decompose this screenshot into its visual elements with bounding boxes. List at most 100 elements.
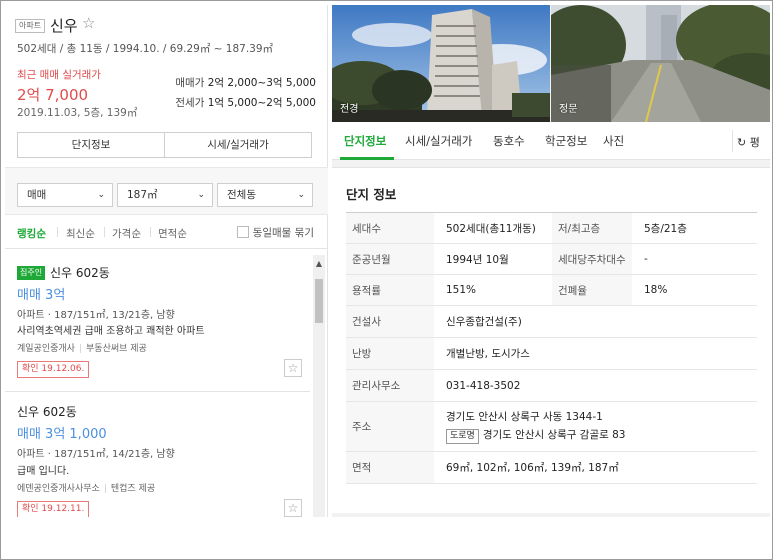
listing-description: 사리역초역세권 급매 조용하고 쾌적한 아파트: [17, 326, 205, 337]
listing-title: 신우 602동: [17, 405, 77, 419]
listing-spec: 아파트 · 187/151㎡, 13/21층, 남향: [17, 310, 175, 321]
dong-select[interactable]: 전체동 ⌄: [217, 183, 313, 207]
window-frame: 아파트 신우 ☆ 502세대 / 총 11동 / 1994.10. / 69.2…: [0, 0, 773, 560]
area-label: 면적: [346, 452, 434, 483]
sale-price-value: 2억 2,000~3억 5,000: [207, 77, 316, 89]
table-row: 주소 경기도 안산시 상록구 사동 1344-1 도로명 경기도 안산시 상록구 …: [346, 402, 757, 452]
agent-name: 계일공인중개사: [17, 344, 75, 354]
group-same-listings-checkbox[interactable]: 동일매물 묶기: [236, 225, 314, 240]
listing-panel: 아파트 신우 ☆ 502세대 / 총 11동 / 1994.10. / 69.2…: [5, 5, 328, 517]
listing-title: 신우 602동: [50, 266, 110, 280]
chevron-down-icon: ⌄: [97, 190, 105, 200]
tab-complex-info[interactable]: 단지정보: [344, 133, 386, 149]
detail-tabs: 단지정보 시세/실거래가 동호수 학군정보 사진 ↻ 평: [332, 122, 770, 160]
listing-list[interactable]: 집주인 신우 602동 매매 3억 아파트 · 187/151㎡, 13/21층…: [5, 255, 328, 517]
scroll-up-icon[interactable]: ▲: [313, 259, 325, 268]
unit-toggle-label: 평: [749, 136, 760, 149]
sale-price-label: 매매가: [175, 77, 205, 89]
apartment-name: 신우: [50, 17, 78, 35]
summary-tabs: 단지정보 시세/실거래가: [17, 132, 312, 158]
table-row: 관리사무소 031-418-3502: [346, 370, 757, 402]
parking-value: -: [644, 253, 648, 265]
listing-agent: 계일공인중개사 | 부동산써브 제공: [17, 341, 147, 354]
price-info-button[interactable]: 시세/실거래가: [165, 133, 311, 157]
favorite-star-button[interactable]: ☆: [284, 499, 302, 517]
complex-info-button[interactable]: 단지정보: [18, 133, 165, 157]
provider-name: 부동산써브 제공: [86, 344, 147, 354]
scrollbar[interactable]: ▲: [313, 255, 325, 517]
households-label: 세대수: [346, 213, 434, 243]
favorite-star-button[interactable]: ☆: [284, 359, 302, 377]
tab-price-history[interactable]: 시세/실거래가: [405, 133, 472, 149]
bcr-label: 건폐율: [552, 275, 632, 305]
table-row: 면적 69㎡, 102㎡, 106㎡, 139㎡, 187㎡: [346, 452, 757, 484]
floors-label: 저/최고층: [552, 213, 632, 243]
floors-value: 5층/21층: [644, 222, 687, 235]
tab-school-info[interactable]: 학군정보: [545, 133, 587, 149]
trade-type-select[interactable]: 매매 ⌄: [17, 183, 113, 207]
sort-price[interactable]: 가격순: [112, 226, 141, 241]
unit-toggle-button[interactable]: ↻ 평: [737, 134, 760, 150]
heating-value: 개별난방, 도시가스: [446, 348, 530, 360]
jeonse-price-value: 1억 5,000~2억 5,000: [207, 97, 316, 109]
lot-address: 경기도 안산시 상록구 사동 1344-1: [446, 411, 603, 423]
area-select[interactable]: 187㎡ ⌄: [117, 183, 213, 207]
star-icon[interactable]: ☆: [82, 14, 95, 32]
group-same-listings-label: 동일매물 묶기: [252, 227, 314, 239]
built-value: 1994년 10월: [446, 253, 509, 266]
provider-name: 텐컵즈 제공: [110, 484, 156, 494]
built-label: 준공년월: [346, 244, 434, 274]
chevron-down-icon: ⌄: [297, 190, 305, 200]
table-row: 난방 개별난방, 도시가스: [346, 338, 757, 370]
photo-exterior[interactable]: 전경: [332, 5, 550, 122]
office-label: 관리사무소: [346, 370, 434, 401]
photo-gate[interactable]: 정문: [551, 5, 770, 122]
building-photo-image: [332, 5, 550, 122]
road-address-line: 도로명 경기도 안산시 상록구 감골로 83: [446, 427, 625, 444]
photo-caption: 전경: [340, 104, 359, 115]
separator: |: [78, 344, 83, 354]
divider: [57, 227, 58, 237]
checkbox-icon: [236, 226, 249, 238]
list-item[interactable]: 신우 602동 매매 3억 1,000 아파트 · 187/151㎡, 14/2…: [5, 391, 310, 517]
office-phone: 031-418-3502: [446, 379, 521, 392]
apartment-summary: 아파트 신우 ☆ 502세대 / 총 11동 / 1994.10. / 69.2…: [5, 5, 328, 167]
tab-photos[interactable]: 사진: [603, 133, 624, 149]
listing-price: 매매 3억 1,000: [17, 427, 107, 442]
confirmed-date-badge: 확인 19.12.06.: [17, 361, 90, 378]
photo-caption: 정문: [559, 104, 578, 115]
divider: [104, 227, 105, 237]
listing-description: 급매 입니다.: [17, 466, 70, 477]
sort-bar: 랭킹순 최신순 가격순 면적순 동일매물 묶기: [5, 215, 328, 249]
active-tab-indicator: [340, 157, 394, 160]
divider: [150, 227, 151, 237]
recent-trade-date: 2019.11.03, 5층, 139㎡: [17, 107, 138, 119]
dong-value: 전체동: [227, 189, 256, 201]
listing-agent: 에덴공인중개사사무소 | 텐컵즈 제공: [17, 481, 155, 494]
scroll-thumb[interactable]: [315, 279, 323, 323]
recent-trade-price: 2억 7,000: [17, 86, 89, 104]
trade-type-value: 매매: [27, 189, 47, 201]
table-row: 용적률 151% 건폐율 18%: [346, 275, 757, 306]
info-card-title: 단지 정보: [346, 187, 397, 202]
table-row: 세대수 502세대(총11개동) 저/최고층 5층/21층: [346, 213, 757, 244]
sale-price-range: 매매가 2억 2,000~3억 5,000: [175, 75, 316, 90]
table-row: 준공년월 1994년 10월 세대당주차대수 -: [346, 244, 757, 275]
sort-latest[interactable]: 최신순: [66, 226, 95, 241]
bcr-value: 18%: [644, 284, 668, 296]
jeonse-price-range: 전세가 1억 5,000~2억 5,000: [175, 95, 316, 110]
road-name-badge: 도로명: [446, 429, 479, 444]
list-item[interactable]: 집주인 신우 602동 매매 3억 아파트 · 187/151㎡, 13/21층…: [5, 255, 310, 383]
chevron-down-icon: ⌄: [197, 190, 205, 200]
builder-label: 건설사: [346, 306, 434, 337]
heating-label: 난방: [346, 338, 434, 369]
sort-ranking[interactable]: 랭킹순: [17, 226, 46, 241]
sort-area[interactable]: 면적순: [158, 226, 187, 241]
complex-info-table: 세대수 502세대(총11개동) 저/최고층 5층/21층 준공년월 1994년…: [346, 212, 757, 484]
gate-photo-image: [551, 5, 770, 122]
table-row: 건설사 신우종합건설(주): [346, 306, 757, 338]
recent-trade-label: 최근 매매 실거래가: [17, 69, 101, 81]
jeonse-price-label: 전세가: [175, 97, 205, 109]
owner-badge: 집주인: [17, 266, 46, 280]
tab-unit-numbers[interactable]: 동호수: [493, 133, 525, 149]
